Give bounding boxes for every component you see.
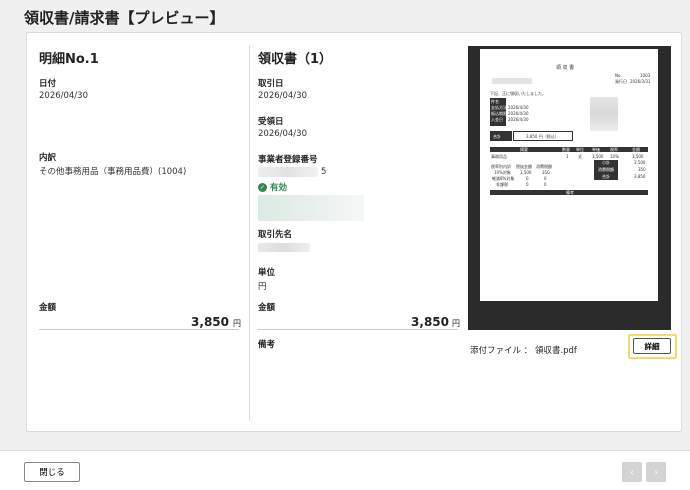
chevron-left-icon: ‹ [630, 466, 634, 478]
date-value: 2026/04/30 [39, 91, 88, 101]
doc-seal-redacted [590, 97, 618, 131]
attachment-label: 添付ファイル [470, 346, 522, 356]
doc-left-date-1: 2026/4/30 [508, 105, 529, 110]
doc-total-value: 3,850 円（税込） [513, 131, 573, 141]
doc-no-value: 1003 [640, 73, 651, 78]
doc-row1-rate: 10% [610, 154, 619, 159]
detail-heading: 明細No.1 [39, 52, 99, 67]
doc-th-desc: 摘要 [520, 147, 528, 152]
detail-currency: 円 [233, 319, 241, 328]
receipt-amount-underline [258, 329, 458, 330]
chevron-right-icon: › [654, 466, 658, 478]
detail-amount-value: 3,850 [191, 315, 229, 329]
doc-left-date-3: 2026/4/30 [508, 117, 529, 122]
receipt-amount-label: 金額 [258, 303, 276, 313]
footer-bar: 閉じる ‹ › [0, 450, 690, 490]
doc-th-rate: 税率 [610, 147, 618, 152]
page-title: 領収書/請求書【プレビュー】 [24, 9, 225, 27]
unit-label: 単位 [258, 268, 276, 278]
receipt-document-thumbnail: 領 収 書 No. 1003 発行日 2026/3/31 下記、正に領収いたしま… [480, 49, 658, 301]
receipt-amount-value: 3,850 [411, 315, 449, 329]
doc-issue-label: 発行日 [615, 79, 627, 84]
desc-label: 内訳 [39, 153, 57, 163]
doc-th-amount: 金額 [632, 147, 640, 152]
doc-row1-price: 3,500 [592, 154, 604, 159]
recv-date-value: 2026/04/30 [258, 129, 307, 139]
txn-date-label: 取引日 [258, 79, 284, 89]
partner-label: 取引先名 [258, 230, 293, 240]
doc-row1-desc: 事務用品 [491, 154, 507, 159]
unit-value: 円 [258, 282, 267, 292]
doc-recipient-redacted [492, 78, 532, 84]
doc-left-info-4: 入金日 [491, 117, 503, 122]
doc-row1-qty: 1 [566, 154, 569, 159]
receipt-heading: 領収書（1） [258, 52, 333, 67]
txn-date-value: 2026/04/30 [258, 91, 307, 101]
doc-tax-value: 350 [638, 167, 646, 172]
company-redacted [258, 195, 364, 221]
detail-amount-label: 金額 [39, 303, 57, 313]
doc-note-label: 備考 [566, 190, 574, 195]
doc-tax-r3-tax: 0 [544, 182, 547, 187]
close-button[interactable]: 閉じる [24, 462, 80, 482]
doc-th-price: 単価 [592, 147, 600, 152]
doc-tax-label: 消費税額 [598, 167, 614, 172]
memo-label: 備考 [258, 340, 276, 350]
doc-subtotal-label: 小計 [602, 160, 610, 165]
doc-row1-amount: 3,500 [632, 154, 644, 159]
doc-subtotal-value: 3,500 [634, 160, 646, 165]
doc-tax-r1-tax: 350 [542, 170, 550, 175]
desc-value: その他事務用品（事務用品費）(1004) [39, 167, 187, 177]
pdf-preview[interactable]: 領 収 書 No. 1003 発行日 2026/3/31 下記、正に領収いたしま… [468, 46, 671, 330]
reg-no-label: 事業者登録番号 [258, 155, 318, 165]
receipt-currency: 円 [452, 319, 460, 328]
doc-left-date-2: 2026/4/30 [508, 111, 529, 116]
attachment-separator: ： [523, 346, 533, 356]
doc-tax-r1-base: 3,500 [520, 170, 532, 175]
doc-issue-value: 2026/3/31 [630, 79, 651, 84]
doc-th-unit: 単位 [576, 147, 584, 152]
next-page-button[interactable]: › [646, 462, 666, 482]
detail-amount-underline [39, 329, 239, 330]
attachment-info: 添付ファイル ： 領収書.pdf [470, 344, 577, 356]
detail-button[interactable]: 詳細 [633, 338, 671, 354]
attachment-filename: 領収書.pdf [534, 346, 577, 356]
doc-total-label: 合計 [493, 134, 501, 139]
doc-tax-r2-base: 0 [526, 176, 529, 181]
preview-card: 明細No.1 日付 2026/04/30 内訳 その他事務用品（事務用品費）(1… [26, 32, 682, 432]
partner-redacted [258, 243, 310, 252]
doc-sum-label: 合計 [602, 174, 610, 179]
valid-text: 有効 [270, 183, 288, 193]
doc-thanks: 下記、正に領収いたしました。 [490, 91, 546, 96]
doc-tax-r2-tax: 0 [544, 176, 547, 181]
recv-date-label: 受領日 [258, 117, 284, 127]
date-label: 日付 [39, 79, 57, 89]
doc-tax-r3-label: 非課税 [496, 182, 508, 187]
column-divider [249, 45, 250, 421]
check-icon: ✓ [258, 182, 267, 192]
doc-no-label: No. [615, 73, 622, 78]
reg-no-redacted [258, 167, 318, 177]
valid-badge: ✓ 有効 [258, 181, 287, 193]
doc-th-qty: 数量 [562, 147, 570, 152]
doc-row1-unit: 式 [578, 154, 582, 159]
prev-page-button[interactable]: ‹ [622, 462, 642, 482]
doc-title: 領 収 書 [556, 65, 575, 71]
reg-no-suffix: 5 [321, 167, 327, 177]
doc-sum-value: 3,850 [634, 174, 646, 179]
doc-tax-r3-base: 0 [526, 182, 529, 187]
